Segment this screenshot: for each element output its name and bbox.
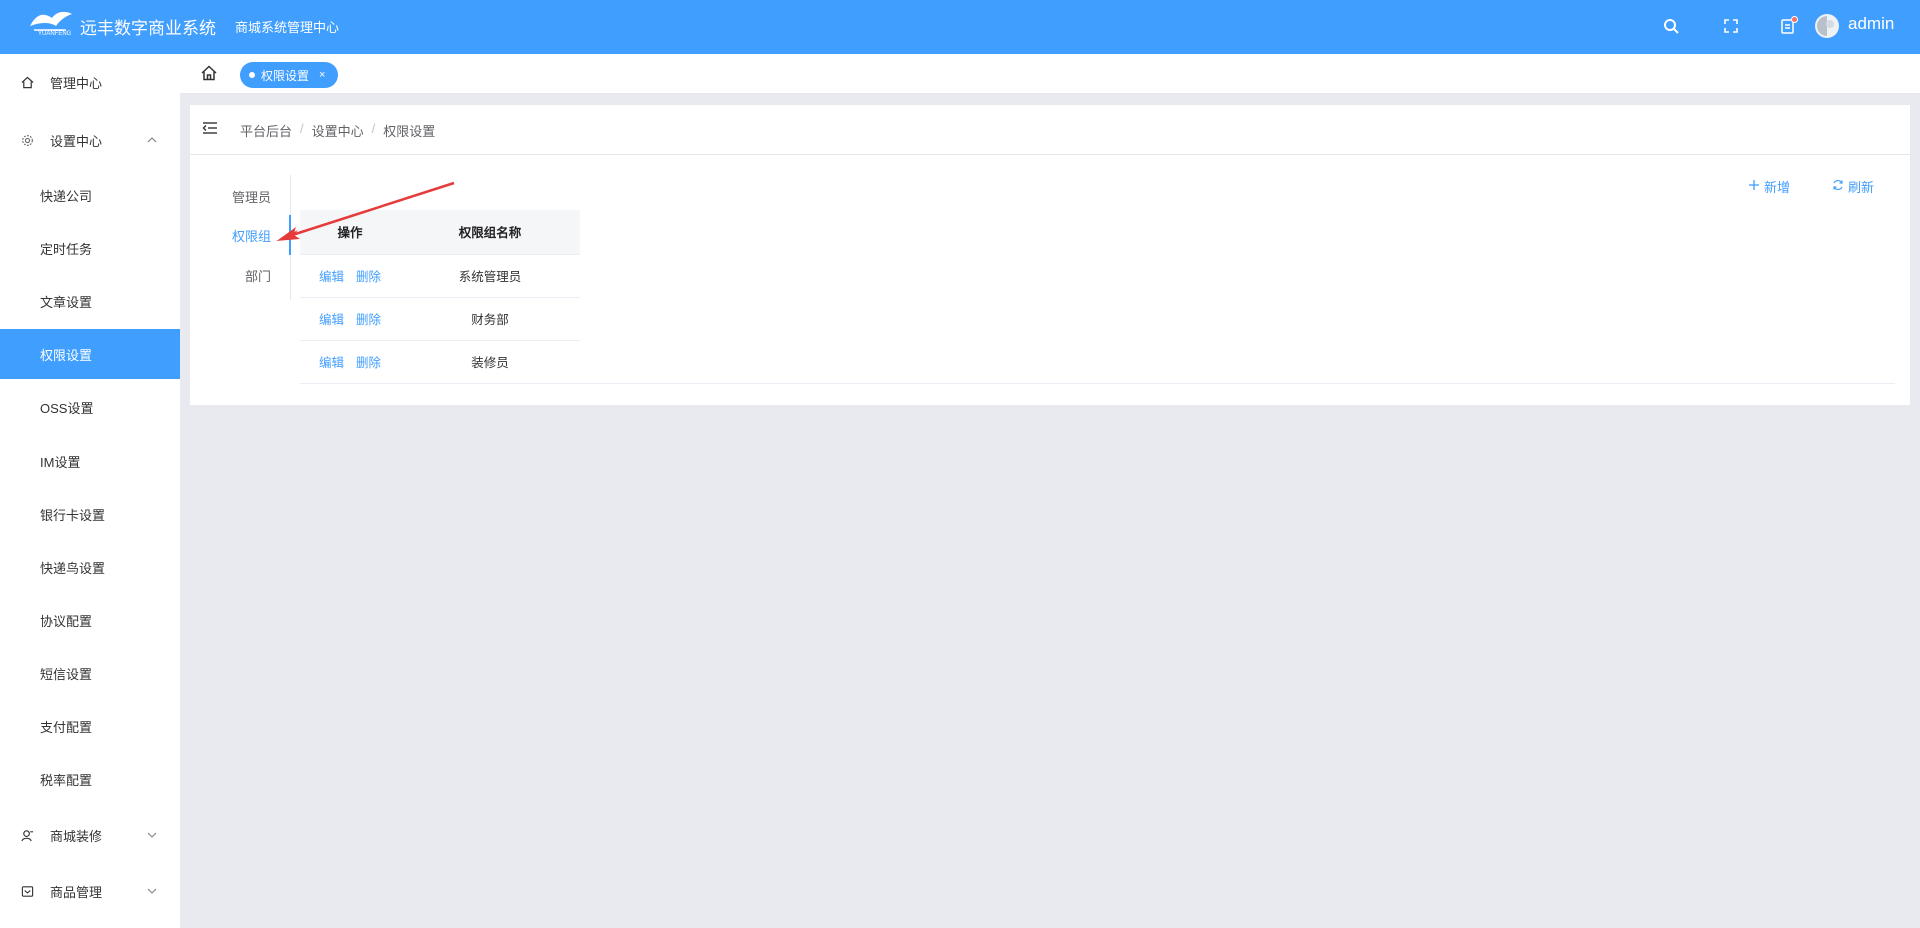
brand-name: 远丰数字商业系统 xyxy=(80,19,216,38)
group-name-cell: 系统管理员 xyxy=(400,254,580,298)
group-name-cell: 装修员 xyxy=(400,340,580,384)
card-header: 平台后台 / 设置中心 / 权限设置 xyxy=(190,105,1910,155)
sidebar-subitem-express-company[interactable]: 快递公司 xyxy=(0,170,180,220)
edit-link[interactable]: 编辑 xyxy=(319,356,344,370)
sidebar-subitem-bank-card-settings[interactable]: 银行卡设置 xyxy=(0,489,180,539)
breadcrumb: 平台后台 / 设置中心 / 权限设置 xyxy=(240,121,435,140)
sidebar-subitem-tax-config[interactable]: 税率配置 xyxy=(0,754,180,804)
sidebar-item-label: 商品管理 xyxy=(50,884,103,900)
sidebar-item-label: 商城装修 xyxy=(50,828,103,844)
search-icon[interactable] xyxy=(1661,16,1681,36)
refresh-icon xyxy=(1832,179,1844,194)
sidebar-subitem-kdniao-settings[interactable]: 快递鸟设置 xyxy=(0,542,180,592)
tab-departments[interactable]: 部门 xyxy=(245,266,271,285)
add-button[interactable]: 新增 xyxy=(1748,177,1790,196)
row-actions: 编辑 删除 xyxy=(300,254,400,298)
add-label: 新增 xyxy=(1764,180,1791,195)
sidebar-subitem-sms-settings[interactable]: 短信设置 xyxy=(0,648,180,698)
sidebar: 管理中心 设置中心 快递公司 定时任务 文章设置 权限设置 OSS设置 IM设置… xyxy=(0,54,180,928)
permission-group-table: 操作 权限组名称 编辑 删除 系统管理员 编辑 删除 财务部 编辑 删除 装修员 xyxy=(300,210,580,384)
row-actions: 编辑 删除 xyxy=(300,340,400,384)
sidebar-subitem-scheduled-tasks[interactable]: 定时任务 xyxy=(0,223,180,273)
sidebar-subitem-article-settings[interactable]: 文章设置 xyxy=(0,276,180,326)
tag-dot xyxy=(249,72,255,78)
delete-link[interactable]: 删除 xyxy=(356,270,381,284)
breadcrumb-item[interactable]: 平台后台 xyxy=(240,121,292,140)
vertical-tabs: 管理员 权限组 部门 xyxy=(190,175,291,300)
fullscreen-icon[interactable] xyxy=(1721,16,1741,36)
sidebar-subitem-payment-config[interactable]: 支付配置 xyxy=(0,701,180,751)
column-header-group-name: 权限组名称 xyxy=(400,210,580,255)
table-row: 编辑 删除 财务部 xyxy=(300,297,580,341)
table-row: 编辑 删除 系统管理员 xyxy=(300,254,580,298)
table-header-row: 操作 权限组名称 xyxy=(300,210,580,255)
tag-permission-settings[interactable]: 权限设置 × xyxy=(240,62,338,88)
delete-link[interactable]: 删除 xyxy=(356,356,381,370)
home-icon xyxy=(20,75,34,89)
edit-link[interactable]: 编辑 xyxy=(319,270,344,284)
goods-icon xyxy=(20,884,34,898)
notification-badge xyxy=(1791,16,1798,23)
group-name-cell: 财务部 xyxy=(400,297,580,341)
username[interactable]: admin xyxy=(1848,14,1894,34)
sidebar-item-goods-management[interactable]: 商品管理 xyxy=(0,866,180,916)
avatar[interactable] xyxy=(1815,14,1839,38)
chevron-up-icon xyxy=(147,134,159,146)
refresh-label: 刷新 xyxy=(1848,180,1875,195)
sidebar-item-settings-center[interactable]: 设置中心 xyxy=(0,115,180,165)
tab-permission-groups[interactable]: 权限组 xyxy=(232,226,271,245)
breadcrumb-separator: / xyxy=(300,121,304,136)
row-actions: 编辑 删除 xyxy=(300,297,400,341)
decoration-icon xyxy=(20,828,34,842)
sidebar-item-mall-decoration[interactable]: 商城装修 xyxy=(0,810,180,860)
sidebar-subitem-oss-settings[interactable]: OSS设置 xyxy=(0,382,180,432)
menu-fold-icon[interactable] xyxy=(202,120,218,136)
breadcrumb-separator: / xyxy=(371,121,376,136)
tab-active-indicator xyxy=(289,215,291,255)
settings-icon xyxy=(20,133,34,147)
refresh-button[interactable]: 刷新 xyxy=(1832,177,1874,196)
top-header: YUANFENG 远丰数字商业系统 商城系统管理中心 admin xyxy=(0,0,1920,54)
tag-label: 权限设置 xyxy=(261,68,310,83)
table-row: 编辑 删除 装修员 xyxy=(300,340,580,384)
sidebar-item-label: 设置中心 xyxy=(50,133,103,149)
chevron-down-icon xyxy=(147,829,159,841)
notification-icon[interactable] xyxy=(1778,16,1798,36)
chevron-down-icon xyxy=(147,885,159,897)
tab-administrators[interactable]: 管理员 xyxy=(232,187,271,206)
logo-text: YUANFENG xyxy=(38,31,72,37)
breadcrumb-item[interactable]: 设置中心 xyxy=(312,121,364,140)
sidebar-item-label: 管理中心 xyxy=(50,75,103,91)
column-header-actions: 操作 xyxy=(300,210,400,255)
tags-bar: 权限设置 × xyxy=(180,54,1920,94)
table-bottom-border xyxy=(300,383,1895,384)
system-title: 商城系统管理中心 xyxy=(235,20,340,35)
sidebar-subitem-im-settings[interactable]: IM设置 xyxy=(0,436,180,486)
delete-link[interactable]: 删除 xyxy=(356,313,381,327)
close-icon[interactable]: × xyxy=(319,69,325,81)
plus-icon xyxy=(1748,179,1760,194)
breadcrumb-item: 权限设置 xyxy=(383,124,436,139)
edit-link[interactable]: 编辑 xyxy=(319,313,344,327)
sidebar-subitem-agreement-config[interactable]: 协议配置 xyxy=(0,595,180,645)
content-card: 平台后台 / 设置中心 / 权限设置 管理员 权限组 部门 新增 刷新 操作 权… xyxy=(190,105,1910,405)
home-icon[interactable] xyxy=(200,64,218,82)
sidebar-item-management-center[interactable]: 管理中心 xyxy=(0,57,180,107)
sidebar-subitem-permission-settings[interactable]: 权限设置 xyxy=(0,329,180,379)
